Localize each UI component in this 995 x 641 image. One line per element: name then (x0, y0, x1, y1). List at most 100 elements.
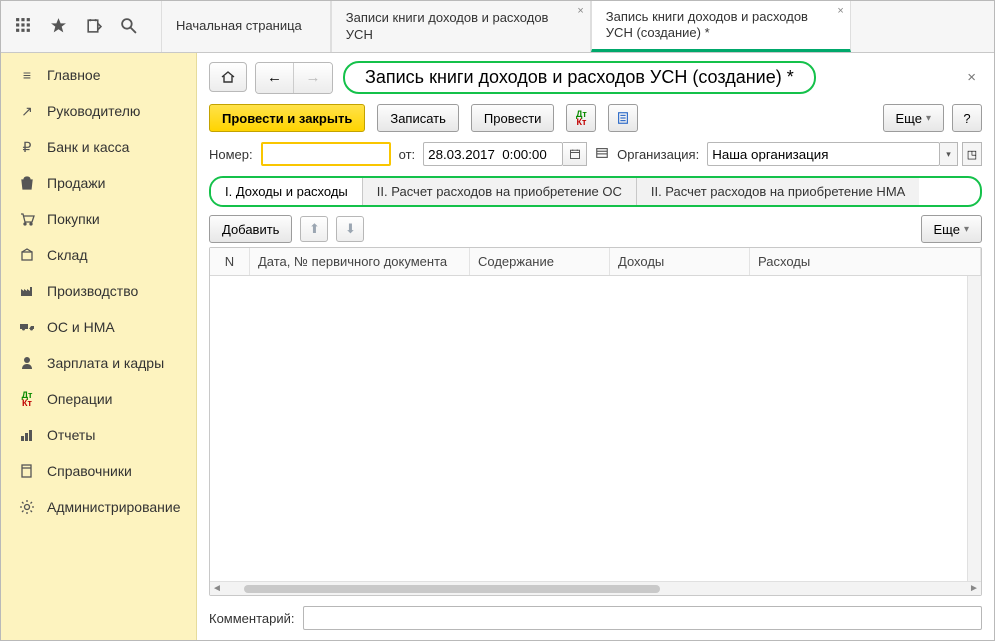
sidebar-label: Администрирование (47, 499, 181, 515)
ruble-icon: ₽ (19, 139, 35, 155)
comment-label: Комментарий: (209, 611, 295, 626)
sidebar-label: Склад (47, 247, 88, 263)
sidebar-item-manager[interactable]: ↗Руководителю (1, 93, 196, 129)
close-page-button[interactable]: × (961, 69, 982, 86)
sidebar-label: Покупки (47, 211, 100, 227)
fields-row: Номер: от: Организация: ▾ ◳ (209, 142, 982, 166)
sidebar-item-reports[interactable]: Отчеты (1, 417, 196, 453)
sidebar-item-main[interactable]: ≡ Главное (1, 57, 196, 93)
home-button[interactable] (209, 62, 247, 92)
sidebar-item-operations[interactable]: ДтКт Операции (1, 381, 196, 417)
main-area: ← → Запись книги доходов и расходов УСН … (197, 53, 994, 640)
sidebar-label: Операции (47, 391, 113, 407)
col-income[interactable]: Доходы (610, 248, 750, 275)
toolbar: Провести и закрыть Записать Провести ДтК… (209, 104, 982, 132)
comment-input[interactable] (303, 606, 983, 630)
sidebar-item-purchases[interactable]: Покупки (1, 201, 196, 237)
tab-book-entries[interactable]: Записи книги доходов и расходов УСН × (331, 1, 591, 52)
date-input[interactable] (423, 142, 563, 166)
sidebar-item-os-nma[interactable]: ОС и НМА (1, 309, 196, 345)
grid: N Дата, № первичного документа Содержани… (209, 247, 982, 596)
search-icon[interactable] (120, 17, 137, 37)
history-icon[interactable] (85, 17, 102, 37)
chart-icon (19, 427, 35, 443)
sidebar-label: Главное (47, 67, 101, 83)
tab-label: Начальная страница (176, 18, 302, 34)
back-button[interactable]: ← (256, 63, 294, 93)
list-icon[interactable] (595, 146, 609, 163)
tab-nma-expense[interactable]: II. Расчет расходов на приобретение НМА (637, 178, 919, 205)
topbar: Начальная страница Записи книги доходов … (1, 1, 994, 53)
number-label: Номер: (209, 147, 253, 162)
sidebar-item-sales[interactable]: Продажи (1, 165, 196, 201)
tab-income-expense[interactable]: I. Доходы и расходы (211, 178, 363, 205)
dtkt-button[interactable]: ДтКт (566, 104, 596, 132)
nav-buttons: ← → (209, 62, 333, 94)
close-icon[interactable]: × (837, 5, 843, 19)
box-icon (19, 247, 35, 263)
col-expense[interactable]: Расходы (750, 248, 981, 275)
bag-icon (19, 175, 35, 191)
document-icon-button[interactable] (608, 104, 638, 132)
sidebar-label: Отчеты (47, 427, 95, 443)
forward-button[interactable]: → (294, 63, 332, 93)
truck-icon (19, 319, 35, 335)
sidebar-item-salary[interactable]: Зарплата и кадры (1, 345, 196, 381)
dropdown-icon[interactable]: ▾ (940, 142, 958, 166)
sidebar-item-catalogs[interactable]: Справочники (1, 453, 196, 489)
tab-start-page[interactable]: Начальная страница (161, 1, 331, 52)
sidebar-label: Справочники (47, 463, 132, 479)
tab-book-entry-create[interactable]: Запись книги доходов и расходов УСН (соз… (591, 1, 851, 52)
move-up-button[interactable]: ⬆ (300, 216, 328, 242)
sidebar-item-admin[interactable]: Администрирование (1, 489, 196, 525)
apps-icon[interactable] (15, 17, 32, 37)
help-button[interactable]: ? (952, 104, 982, 132)
org-input[interactable] (707, 142, 940, 166)
org-label: Организация: (617, 147, 699, 162)
sidebar-item-stock[interactable]: Склад (1, 237, 196, 273)
content-tabs: I. Доходы и расходы II. Расчет расходов … (209, 176, 982, 207)
close-icon[interactable]: × (577, 5, 583, 19)
cart-icon (19, 211, 35, 227)
move-down-button[interactable]: ⬇ (336, 216, 364, 242)
col-content[interactable]: Содержание (470, 248, 610, 275)
more-button[interactable]: Еще (883, 104, 944, 132)
col-doc[interactable]: Дата, № первичного документа (250, 248, 470, 275)
factory-icon (19, 283, 35, 299)
comment-row: Комментарий: (209, 606, 982, 630)
post-and-close-button[interactable]: Провести и закрыть (209, 104, 365, 132)
add-button[interactable]: Добавить (209, 215, 292, 243)
person-icon (19, 355, 35, 371)
save-button[interactable]: Записать (377, 104, 459, 132)
sidebar-label: Зарплата и кадры (47, 355, 164, 371)
scrollbar-horizontal[interactable]: ◄ ► (210, 581, 981, 595)
col-n[interactable]: N (210, 248, 250, 275)
arrow-up-icon: ↗ (19, 103, 35, 119)
menu-icon: ≡ (19, 67, 35, 83)
grid-body[interactable] (210, 276, 967, 581)
gear-icon (19, 499, 35, 515)
scrollbar-vertical[interactable] (967, 276, 981, 581)
number-input[interactable] (261, 142, 391, 166)
sidebar-item-bank[interactable]: ₽ Банк и касса (1, 129, 196, 165)
calendar-icon[interactable] (563, 142, 587, 166)
post-button[interactable]: Провести (471, 104, 555, 132)
sidebar-label: Производство (47, 283, 138, 299)
star-icon[interactable] (50, 17, 67, 37)
book-icon (19, 463, 35, 479)
tab-os-expense[interactable]: II. Расчет расходов на приобретение ОС (363, 178, 637, 205)
topbar-icons (1, 1, 161, 52)
tabs-container: Начальная страница Записи книги доходов … (161, 1, 994, 52)
sidebar-label: Продажи (47, 175, 105, 191)
from-label: от: (399, 147, 416, 162)
sidebar-label: Банк и касса (47, 139, 129, 155)
grid-toolbar: Добавить ⬆ ⬇ Еще (209, 215, 982, 243)
sidebar-item-production[interactable]: Производство (1, 273, 196, 309)
grid-more-button[interactable]: Еще (921, 215, 982, 243)
tab-label: Запись книги доходов и расходов УСН (соз… (606, 9, 822, 42)
sidebar: ≡ Главное ↗Руководителю ₽ Банк и касса Про… (1, 53, 197, 640)
grid-header: N Дата, № первичного документа Содержани… (210, 248, 981, 276)
page-title: Запись книги доходов и расходов УСН (соз… (343, 61, 816, 94)
open-dialog-icon[interactable]: ◳ (962, 142, 982, 166)
dtkt-icon: ДтКт (19, 391, 35, 407)
